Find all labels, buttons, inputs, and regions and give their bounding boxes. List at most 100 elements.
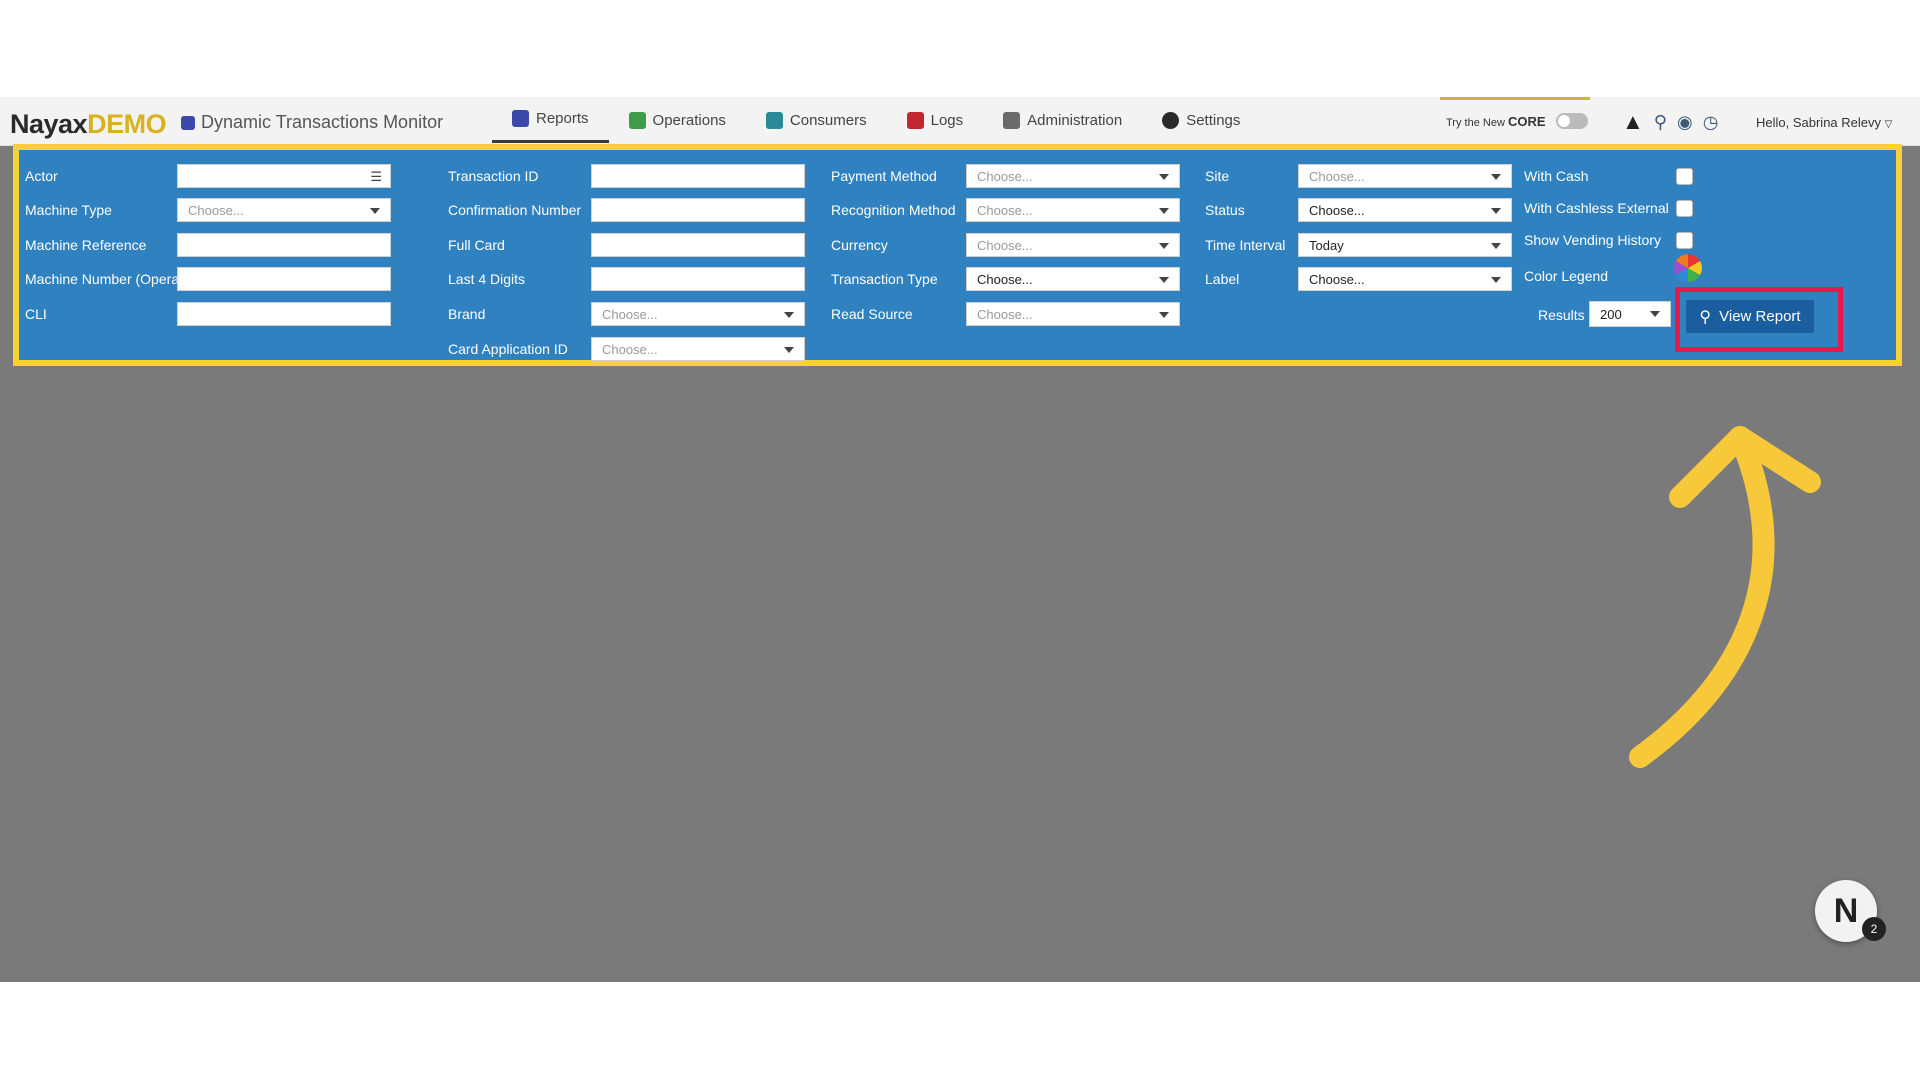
site-value: Choose... xyxy=(1309,168,1365,184)
reports-icon xyxy=(512,110,529,127)
new-core-toggle[interactable] xyxy=(1555,113,1588,129)
globe-icon[interactable]: ◉ xyxy=(1677,112,1693,133)
actor-label: Actor xyxy=(25,168,58,184)
fab-letter: N xyxy=(1833,891,1859,930)
settings-gear-icon xyxy=(1162,111,1180,129)
brand-value: Choose... xyxy=(602,306,658,322)
label-select[interactable]: Choose... xyxy=(1298,267,1512,291)
clock-icon[interactable]: ◷ xyxy=(1703,112,1719,133)
full-card-label: Full Card xyxy=(448,237,505,253)
read-source-value: Choose... xyxy=(977,306,1033,322)
with-cash-label: With Cash xyxy=(1524,168,1589,184)
header-icons: ▲ ⚲ ◉ ◷ xyxy=(1622,109,1718,135)
read-source-label: Read Source xyxy=(831,306,913,322)
transaction-id-input[interactable] xyxy=(591,164,805,188)
time-interval-value: Today xyxy=(1309,237,1344,253)
main-nav: Reports Operations Consumers Logs Admini… xyxy=(492,97,1260,145)
label-value: Choose... xyxy=(1309,271,1365,287)
list-icon[interactable]: ☰ xyxy=(370,169,382,185)
payment-method-select[interactable]: Choose... xyxy=(966,164,1180,188)
recognition-method-value: Choose... xyxy=(977,202,1033,218)
nav-reports[interactable]: Reports xyxy=(492,97,609,143)
results-select[interactable]: 200 xyxy=(1589,301,1671,327)
page-title: Dynamic Transactions Monitor xyxy=(181,112,443,133)
try-core-brand: CORE xyxy=(1507,113,1546,129)
time-interval-label: Time Interval xyxy=(1205,237,1286,253)
confirmation-number-input[interactable] xyxy=(591,198,805,222)
with-cashless-external-checkbox[interactable] xyxy=(1676,200,1693,217)
status-label: Status xyxy=(1205,202,1245,218)
recognition-method-label: Recognition Method xyxy=(831,202,956,218)
search-icon[interactable]: ⚲ xyxy=(1654,112,1667,133)
nav-administration-label: Administration xyxy=(1027,111,1123,129)
chart-icon xyxy=(181,115,195,130)
brand-select[interactable]: Choose... xyxy=(591,302,805,326)
cli-label: CLI xyxy=(25,306,47,322)
site-select[interactable]: Choose... xyxy=(1298,164,1512,188)
label-label: Label xyxy=(1205,271,1240,287)
machine-type-value: Choose... xyxy=(188,202,244,218)
cli-input[interactable] xyxy=(177,302,391,326)
with-cashless-external-label: With Cashless External xyxy=(1524,200,1669,216)
operations-icon xyxy=(628,111,646,129)
transaction-type-select[interactable]: Choose... xyxy=(966,267,1180,291)
payment-method-label: Payment Method xyxy=(831,168,937,184)
chevron-down-icon: ▽ xyxy=(1884,119,1893,130)
logs-icon xyxy=(906,111,924,129)
read-source-select[interactable]: Choose... xyxy=(966,302,1180,326)
nav-consumers-label: Consumers xyxy=(789,111,867,129)
nav-settings[interactable]: Settings xyxy=(1142,97,1260,143)
nayax-logo[interactable]: NayaxDEMO xyxy=(10,109,167,140)
highlight-box xyxy=(1675,287,1843,352)
last-4-digits-input[interactable] xyxy=(591,267,805,291)
machine-number-input[interactable] xyxy=(177,267,391,291)
nav-operations[interactable]: Operations xyxy=(609,97,746,143)
card-application-id-select[interactable]: Choose... xyxy=(591,337,805,361)
logo-suffix: DEMO xyxy=(87,109,167,139)
currency-label: Currency xyxy=(831,237,888,253)
confirmation-number-label: Confirmation Number xyxy=(448,202,582,218)
full-card-input[interactable] xyxy=(591,233,805,257)
nav-operations-label: Operations xyxy=(652,111,726,129)
color-wheel-icon[interactable] xyxy=(1674,254,1702,282)
color-legend-label: Color Legend xyxy=(1524,268,1609,284)
graduation-cap-icon[interactable]: ▲ xyxy=(1622,109,1644,135)
brand-label: Brand xyxy=(448,306,486,322)
user-greeting-text: Hello, Sabrina Relevy xyxy=(1756,115,1882,130)
recognition-method-select[interactable]: Choose... xyxy=(966,198,1180,222)
nav-consumers[interactable]: Consumers xyxy=(746,97,887,143)
machine-type-select[interactable]: Choose... xyxy=(177,198,391,222)
notification-badge: 2 xyxy=(1862,917,1886,941)
status-value: Choose... xyxy=(1309,202,1365,218)
machine-reference-input[interactable] xyxy=(177,233,391,257)
show-vending-history-checkbox[interactable] xyxy=(1676,232,1693,249)
notification-count: 2 xyxy=(1870,922,1878,936)
filter-panel: Actor ☰ Machine Type Choose... Machine R… xyxy=(13,144,1902,366)
administration-icon xyxy=(1003,111,1021,129)
transaction-id-label: Transaction ID xyxy=(448,168,539,184)
time-interval-select[interactable]: Today xyxy=(1298,233,1512,257)
try-core-prefix: Try the New xyxy=(1446,116,1505,129)
nav-administration[interactable]: Administration xyxy=(983,97,1142,143)
machine-number-label: Machine Number (Operator) xyxy=(25,271,201,287)
payment-method-value: Choose... xyxy=(977,168,1033,184)
with-cash-checkbox[interactable] xyxy=(1676,168,1693,185)
user-greeting[interactable]: Hello, Sabrina Relevy ▽ xyxy=(1756,115,1892,130)
status-select[interactable]: Choose... xyxy=(1298,198,1512,222)
show-vending-history-label: Show Vending History xyxy=(1524,232,1661,248)
card-application-id-value: Choose... xyxy=(602,341,658,357)
app-window: NayaxDEMO Dynamic Transactions Monitor R… xyxy=(0,97,1920,982)
results-label: Results xyxy=(1538,307,1585,323)
try-core-accent-bar xyxy=(1440,97,1590,100)
actor-input[interactable]: ☰ xyxy=(177,164,391,188)
card-application-id-label: Card Application ID xyxy=(448,341,568,357)
try-new-core: Try the New CORE xyxy=(1440,97,1590,145)
machine-reference-label: Machine Reference xyxy=(25,237,147,253)
annotation-arrow xyxy=(1629,426,1821,768)
currency-select[interactable]: Choose... xyxy=(966,233,1180,257)
currency-value: Choose... xyxy=(977,237,1033,253)
nav-reports-label: Reports xyxy=(536,110,589,127)
nav-logs[interactable]: Logs xyxy=(887,97,984,143)
nav-settings-label: Settings xyxy=(1186,111,1241,129)
top-navigation-bar: NayaxDEMO Dynamic Transactions Monitor R… xyxy=(0,97,1920,146)
